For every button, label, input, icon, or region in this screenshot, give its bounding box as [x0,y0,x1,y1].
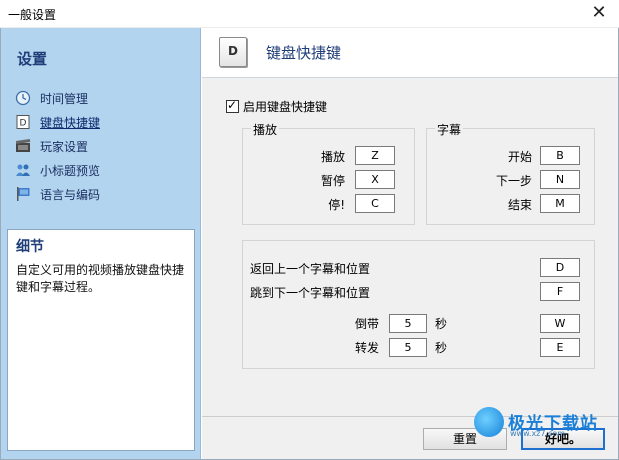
sidebar-item-label: 玩家设置 [40,139,89,154]
title-bar: 一般设置 ✕ [0,0,619,28]
play-key-field[interactable]: Z [355,146,395,165]
sidebar-item-keyboard-shortcuts[interactable]: D 键盘快捷键 [15,110,100,134]
forward-unit: 秒 [435,341,448,355]
watermark-url: www.xz7.com [510,429,566,438]
end-label: 结束 [507,198,532,212]
back-subtitle-key-field[interactable]: D [540,258,580,277]
rewind-unit: 秒 [435,317,448,331]
forward-label: 转发 [355,341,380,355]
enable-shortcuts-label: 启用键盘快捷键 [243,100,328,114]
rewind-seconds-field[interactable]: 5 [389,314,427,333]
next-subtitle-label: 跳到下一个字幕和位置 [250,286,371,300]
rewind-key-field[interactable]: W [540,314,580,333]
next-step-key-field[interactable]: N [540,170,580,189]
window-title: 一般设置 [8,8,57,22]
keyboard-key-icon: D [219,37,247,67]
people-icon [15,162,33,178]
sidebar-heading: 设置 [17,50,48,68]
pause-key-field[interactable]: X [355,170,395,189]
sidebar-item-language-encoding[interactable]: 语言与编码 [15,182,100,206]
close-icon[interactable]: ✕ [587,2,611,24]
watermark: 极光下载站 www.xz7.com [474,405,614,439]
sidebar-item-label: 小标题预览 [40,163,101,178]
keyboard-key-icon: D [15,114,33,130]
check-icon: ✓ [227,98,238,112]
stop-label: 停! [328,198,345,212]
flag-icon [15,186,33,202]
enable-shortcuts-checkbox[interactable]: ✓ 启用键盘快捷键 [226,98,327,115]
back-subtitle-label: 返回上一个字幕和位置 [250,262,371,276]
forward-seconds-field[interactable]: 5 [389,338,427,357]
sidebar-item-label: 键盘快捷键 [40,115,101,130]
stop-key-field[interactable]: C [355,194,395,213]
next-step-label: 下一步 [495,174,532,188]
detail-title: 细节 [16,239,44,255]
sidebar-item-player-settings[interactable]: 玩家设置 [15,134,100,158]
play-label: 播放 [320,150,345,164]
svg-text:D: D [20,119,27,129]
detail-text: 自定义可用的视频播放键盘快捷键和字幕过程。 [16,263,185,294]
rewind-label: 倒带 [355,317,380,331]
sidebar: 设置 时间管理 D 键盘快捷键 玩家设置 小标题预览 语言与编码 细节 自定义可… [1,28,201,459]
detail-panel: 细节 自定义可用的视频播放键盘快捷键和字幕过程。 [7,229,195,451]
playback-group-title: 播放 [251,121,280,138]
subtitle-group: 字幕 开始 B 下一步 N 结束 M [426,121,595,225]
main-panel: D 键盘快捷键 ✓ 启用键盘快捷键 播放 播放 Z 暂停 X 停! C 字幕 开… [202,28,618,459]
clock-icon [15,90,33,106]
start-label: 开始 [507,150,532,164]
playback-group: 播放 播放 Z 暂停 X 停! C [242,121,415,225]
checkbox[interactable]: ✓ [226,98,239,113]
subtitle-group-title: 字幕 [435,121,464,138]
sidebar-item-label: 语言与编码 [40,187,101,202]
start-key-field[interactable]: B [540,146,580,165]
forward-key-field[interactable]: E [540,338,580,357]
navigation-group: 返回上一个字幕和位置 D 跳到下一个字幕和位置 F 倒带 5 秒 W 转发 5 … [242,240,595,369]
sidebar-nav: 时间管理 D 键盘快捷键 玩家设置 小标题预览 语言与编码 [15,86,100,206]
sidebar-item-subtitle-preview[interactable]: 小标题预览 [15,158,100,182]
watermark-logo-icon [474,407,504,437]
end-key-field[interactable]: M [540,194,580,213]
film-icon [15,138,33,154]
page-title: 键盘快捷键 [266,44,342,62]
main-header: D 键盘快捷键 [202,28,618,78]
sidebar-item-time-management[interactable]: 时间管理 [15,86,100,110]
next-subtitle-key-field[interactable]: F [540,282,580,301]
sidebar-item-label: 时间管理 [40,91,89,106]
pause-label: 暂停 [320,174,345,188]
